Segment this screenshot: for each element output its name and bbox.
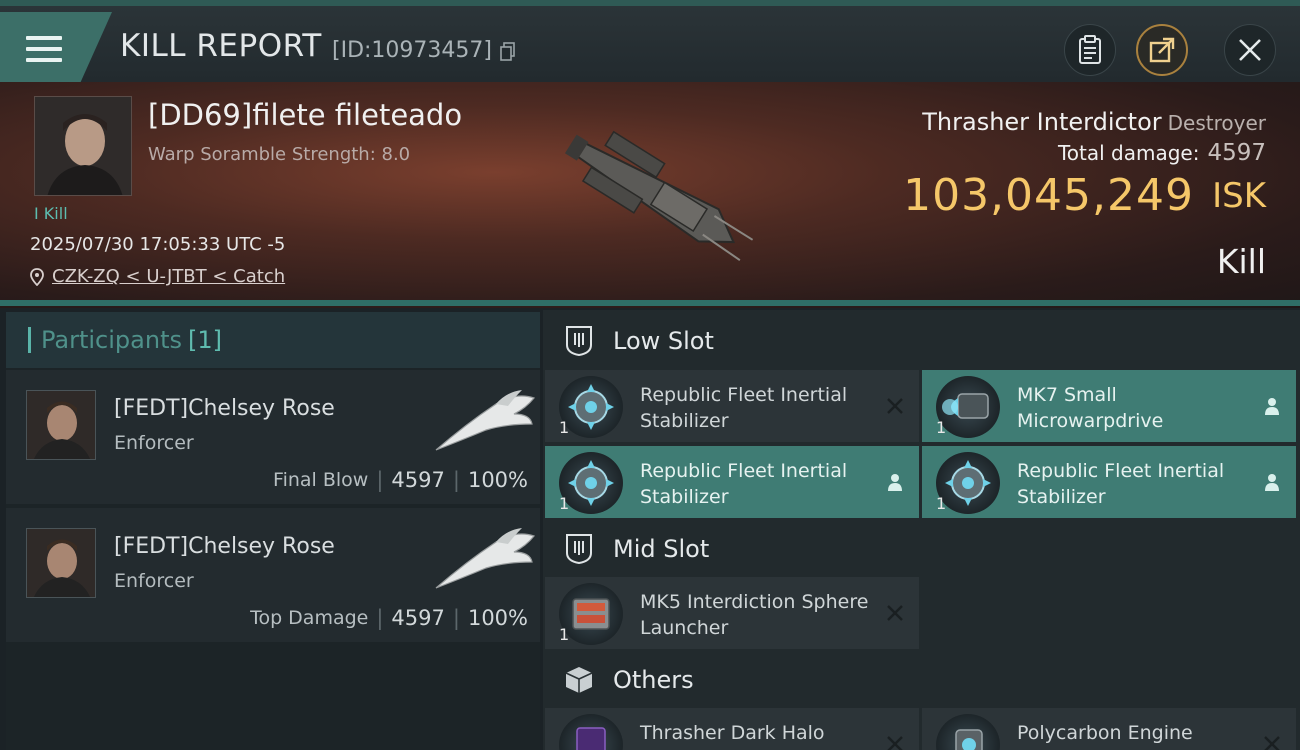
module-name: MK7 Small Microwarpdrive <box>1017 384 1164 432</box>
person-icon <box>1265 398 1279 415</box>
module-quantity: 1 <box>936 418 947 437</box>
ship-type: Thrasher Interdictor <box>922 108 1162 136</box>
location-text: CZK-ZQ < U-JTBT < Catch <box>52 266 286 287</box>
module-quantity: 1 <box>936 494 947 513</box>
participant-stats: Top Damage | 4597 | 100% <box>250 606 528 630</box>
participant-role: Enforcer <box>114 570 194 592</box>
module-name: Thrasher Dark Halo <box>640 722 825 744</box>
participant-role: Enforcer <box>114 432 194 454</box>
low-slot-icon <box>566 326 592 357</box>
participant-name: [FEDT]Chelsey Rose <box>114 396 335 421</box>
participants-tab[interactable]: Participants [1] <box>6 312 540 368</box>
participant-row[interactable]: [FEDT]Chelsey Rose Enforcer Top Damage |… <box>6 508 540 642</box>
participant-ship-image <box>435 528 536 589</box>
engine-icon <box>936 714 1000 750</box>
avatar <box>35 97 131 195</box>
share-button[interactable] <box>1136 24 1188 76</box>
isk-unit: ISK <box>1212 176 1266 216</box>
page-title: KILL REPORT <box>120 28 322 64</box>
participants-count: [1] <box>187 326 222 354</box>
ship-class: Destroyer <box>1167 111 1266 135</box>
participant-stat-label: Final Blow <box>273 469 369 491</box>
mid-slot-icon <box>566 534 592 565</box>
close-icon <box>1239 39 1261 61</box>
share-icon <box>1149 37 1175 63</box>
participant-stats: Final Blow | 4597 | 100% <box>273 468 528 492</box>
cube-icon <box>565 667 593 693</box>
participant-stat-label: Top Damage <box>250 607 369 629</box>
low-slot-label: Low Slot <box>613 327 714 355</box>
title-bar: KILL REPORT [ID:10973457] <box>0 0 1300 82</box>
participant-name: [FEDT]Chelsey Rose <box>114 534 335 559</box>
participant-percent: 100% <box>467 468 528 492</box>
participants-label: Participants <box>41 326 182 354</box>
module-name: Republic Fleet Inertial Stabilizer <box>640 460 848 508</box>
result-label: Kill <box>1216 242 1266 281</box>
module-quantity: 1 <box>559 494 570 513</box>
destroyed-icon <box>887 605 903 621</box>
module-item[interactable]: 1 MK5 Interdiction Sphere Launcher <box>545 577 919 649</box>
mid-slot-label: Mid Slot <box>613 535 710 563</box>
module-quantity: 1 <box>559 625 570 644</box>
victim-banner: [DD69]filete fileteado Warp Soramble Str… <box>0 82 1300 308</box>
victim-name: [DD69]filete fileteado <box>148 98 463 132</box>
clipboard-icon <box>1079 35 1101 64</box>
module-item[interactable]: 1 Republic Fleet Inertial Stabilizer <box>545 446 919 518</box>
person-icon <box>1265 474 1279 491</box>
dark-halo-icon <box>559 714 623 750</box>
close-button[interactable] <box>1224 24 1276 76</box>
total-damage: Total damage: 4597 <box>1058 140 1266 166</box>
fitting-panel: Low Slot 1 Republic Fleet Inertial Stabi… <box>543 310 1300 750</box>
module-item[interactable]: 1 Republic Fleet Inertial Stabilizer <box>545 370 919 442</box>
ship-name: Thrasher Interdictor Destroyer <box>922 108 1266 136</box>
location-pin-icon <box>30 267 44 286</box>
isk-value: 103,045,249 <box>903 170 1194 221</box>
victim-portrait[interactable] <box>34 96 132 196</box>
destroyed-icon <box>1264 736 1280 750</box>
copy-icon[interactable] <box>500 42 516 62</box>
participant-percent: 100% <box>467 606 528 630</box>
mid-slot-header: Mid Slot <box>543 520 1300 578</box>
menu-button[interactable] <box>0 12 112 82</box>
kill-datetime: 2025/07/30 17:05:33 UTC -5 <box>30 234 286 255</box>
tab-indicator <box>28 327 31 353</box>
banner-divider <box>0 300 1300 306</box>
destroyed-icon <box>887 398 903 414</box>
module-name: Polycarbon Engine <box>1017 722 1193 744</box>
participant-avatar <box>26 390 96 460</box>
low-slot-header: Low Slot <box>543 312 1300 370</box>
clipboard-button[interactable] <box>1064 24 1116 76</box>
person-icon <box>888 474 902 491</box>
module-name: MK5 Interdiction Sphere Launcher <box>640 591 869 639</box>
location-link[interactable]: CZK-ZQ < U-JTBT < Catch <box>30 266 285 287</box>
participant-avatar <box>26 528 96 598</box>
menu-icon <box>26 36 62 64</box>
destroyed-icon <box>887 736 903 750</box>
others-header: Others <box>543 651 1300 709</box>
module-item[interactable]: 1 Republic Fleet Inertial Stabilizer <box>922 446 1296 518</box>
module-item[interactable]: 1 Polycarbon Engine <box>922 708 1296 750</box>
module-name: Republic Fleet Inertial Stabilizer <box>640 384 848 432</box>
total-damage-label: Total damage: <box>1057 141 1200 165</box>
module-quantity: 1 <box>559 418 570 437</box>
participant-row[interactable]: [FEDT]Chelsey Rose Enforcer Final Blow |… <box>6 370 540 504</box>
total-damage-value: 4597 <box>1207 140 1266 166</box>
module-item[interactable]: 1 MK7 Small Microwarpdrive <box>922 370 1296 442</box>
victim-subtitle: Warp Soramble Strength: 8.0 <box>148 144 411 165</box>
module-item[interactable]: 1 Thrasher Dark Halo <box>545 708 919 750</box>
participant-damage: 4597 <box>391 606 445 630</box>
report-id: [ID:10973457] <box>332 38 492 63</box>
victim-ship-image <box>564 130 754 261</box>
participants-panel: Participants [1] [FEDT]Chelsey Rose Enfo… <box>6 312 540 750</box>
participant-ship-image <box>435 390 536 451</box>
module-name: Republic Fleet Inertial Stabilizer <box>1017 460 1225 508</box>
others-label: Others <box>613 666 694 694</box>
kill-count: I Kill <box>34 204 68 223</box>
participant-damage: 4597 <box>391 468 445 492</box>
